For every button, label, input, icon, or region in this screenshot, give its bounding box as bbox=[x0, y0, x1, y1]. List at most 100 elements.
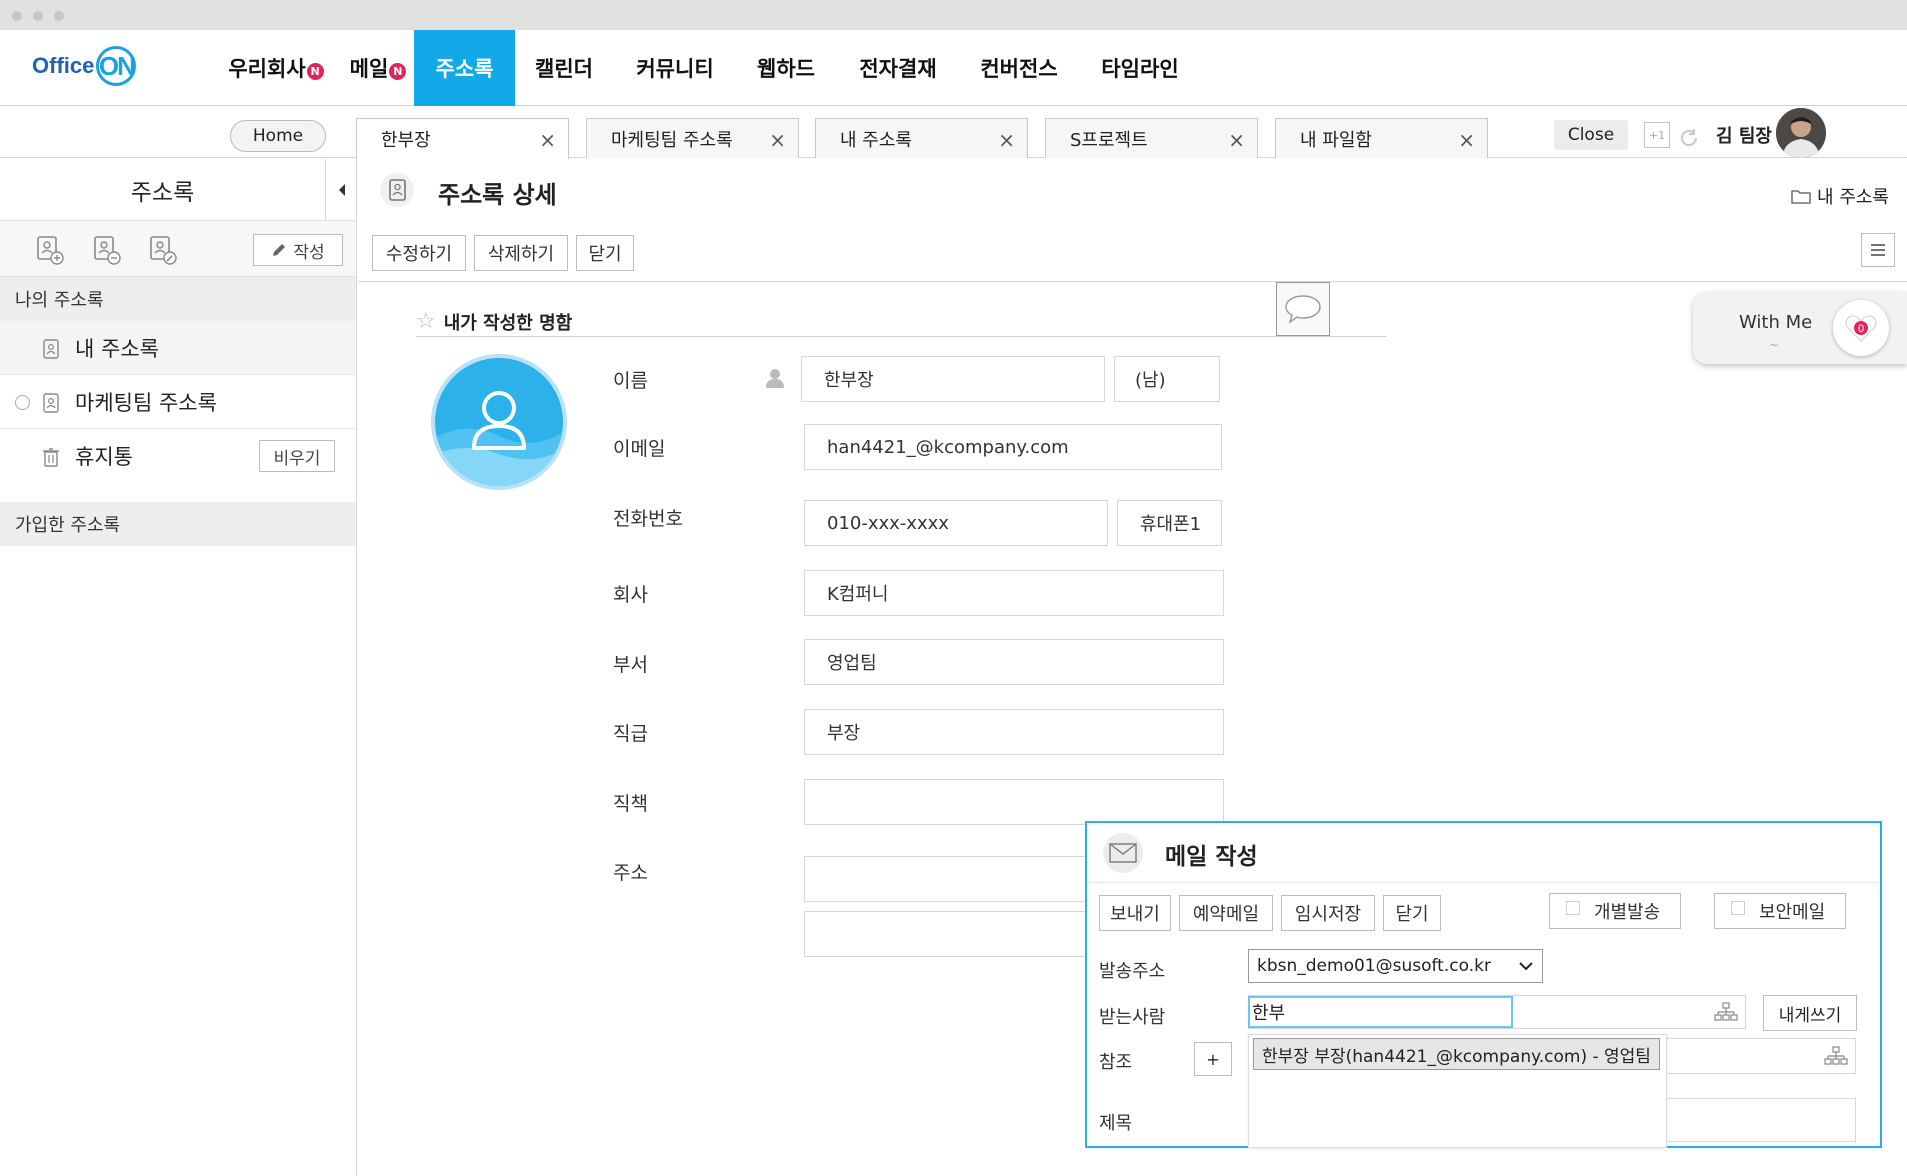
sidebar-collapse-button[interactable] bbox=[325, 159, 357, 221]
delete-button[interactable]: 삭제하기 bbox=[474, 235, 568, 271]
mail-compose-title: 메일 작성 bbox=[1165, 844, 1258, 870]
email-field[interactable]: han4421_@kcompany.com bbox=[804, 424, 1222, 470]
mail-compose-dialog: 메일 작성 보내기 예약메일 임시저장 닫기 개별발송 보안메일 발송주소 kb… bbox=[1085, 821, 1882, 1148]
cc-label: 참조 bbox=[1099, 1052, 1133, 1073]
with-me-count: 0 bbox=[1858, 323, 1864, 335]
address-label: 주소 bbox=[613, 862, 648, 884]
empty-trash-button[interactable]: 비우기 bbox=[259, 440, 335, 472]
nav-item-calendar[interactable]: 캘린더 bbox=[520, 30, 608, 106]
close-all-tabs-button[interactable]: Close bbox=[1554, 120, 1628, 150]
autocomplete-item[interactable]: 한부장 부장(han4421_@kcompany.com) - 영업팀 bbox=[1253, 1038, 1660, 1070]
nav-item-timeline[interactable]: 타임라인 bbox=[1090, 30, 1190, 106]
sidebar-item-trash[interactable]: 휴지통 비우기 bbox=[0, 429, 356, 483]
folder-icon bbox=[1791, 190, 1811, 204]
checkbox[interactable] bbox=[1731, 901, 1745, 915]
chevron-down-icon bbox=[1519, 962, 1533, 971]
individual-send-checkbox[interactable]: 개별발송 bbox=[1549, 893, 1681, 929]
send-button[interactable]: 보내기 bbox=[1099, 895, 1171, 931]
window-close-dot[interactable] bbox=[12, 11, 22, 21]
close-icon[interactable]: × bbox=[1458, 128, 1475, 152]
recipient-input[interactable]: 한부 bbox=[1248, 996, 1513, 1028]
from-address-select[interactable]: kbsn_demo01@susoft.co.kr bbox=[1248, 949, 1543, 983]
close-icon[interactable]: × bbox=[1228, 128, 1245, 152]
checkbox[interactable] bbox=[1566, 901, 1580, 915]
window-minimize-dot[interactable] bbox=[33, 11, 43, 21]
plus-one-badge[interactable]: +1 bbox=[1644, 122, 1670, 148]
window-zoom-dot[interactable] bbox=[54, 11, 64, 21]
gender-field[interactable]: (남) bbox=[1114, 356, 1220, 402]
sidebar-section-my[interactable]: 나의 주소록 bbox=[0, 277, 356, 321]
close-icon[interactable]: × bbox=[998, 128, 1015, 152]
with-me-widget[interactable]: With Me ~ 0 bbox=[1693, 292, 1907, 364]
tab-marketing-addressbook[interactable]: 마케팅팀 주소록 × bbox=[586, 118, 799, 158]
remove-addressbook-icon[interactable] bbox=[89, 234, 123, 266]
edit-addressbook-icon[interactable] bbox=[145, 234, 179, 266]
contact-card-icon bbox=[380, 173, 414, 207]
mail-compose-header: 메일 작성 bbox=[1087, 823, 1880, 881]
nav-item-addressbook[interactable]: 주소록 bbox=[414, 30, 515, 106]
department-field[interactable]: 영업팀 bbox=[804, 639, 1224, 685]
sidebar-section-joined[interactable]: 가입한 주소록 bbox=[0, 502, 356, 546]
sidebar-item-label: 마케팅팀 주소록 bbox=[75, 390, 217, 415]
nav-label: 주소록 bbox=[435, 57, 494, 81]
logo-text: Office bbox=[32, 53, 95, 78]
save-draft-button[interactable]: 임시저장 bbox=[1281, 895, 1375, 931]
sidebar-item-my-addressbook[interactable]: 내 주소록 bbox=[0, 321, 356, 375]
nav-item-approval[interactable]: 전자결재 bbox=[846, 30, 950, 106]
nav-item-company[interactable]: 우리회사 N bbox=[220, 30, 332, 106]
position-field[interactable] bbox=[804, 779, 1224, 825]
company-label: 회사 bbox=[613, 584, 648, 606]
name-field[interactable]: 한부장 bbox=[801, 356, 1105, 402]
sidebar: 주소록 작성 나의 주소록 내 주소록 마케팅팀 주소록 휴지통 비우기 가입한… bbox=[0, 159, 357, 1176]
write-to-self-button[interactable]: 내게쓰기 bbox=[1763, 995, 1857, 1031]
new-badge: N bbox=[306, 62, 324, 80]
star-icon[interactable]: ☆ bbox=[416, 309, 436, 334]
close-icon[interactable]: × bbox=[539, 128, 556, 152]
schedule-mail-button[interactable]: 예약메일 bbox=[1179, 895, 1273, 931]
tab-my-addressbook[interactable]: 내 주소록 × bbox=[815, 118, 1028, 158]
nav-item-mail[interactable]: 메일 N bbox=[342, 30, 414, 106]
app-logo[interactable]: Office ON bbox=[32, 46, 137, 86]
pencil-icon bbox=[273, 244, 286, 256]
with-me-heart[interactable]: 0 bbox=[1833, 300, 1889, 356]
logo-badge: ON bbox=[96, 46, 137, 86]
close-icon[interactable]: × bbox=[769, 128, 786, 152]
edit-button[interactable]: 수정하기 bbox=[372, 235, 466, 271]
folder-breadcrumb[interactable]: 내 주소록 bbox=[1791, 183, 1889, 209]
rank-field[interactable]: 부장 bbox=[804, 709, 1224, 755]
tab-label: 한부장 bbox=[381, 130, 431, 151]
phone-field[interactable]: 010-xxx-xxxx bbox=[804, 500, 1108, 546]
tab-my-files[interactable]: 내 파일함 × bbox=[1275, 118, 1488, 158]
with-me-label: With Me bbox=[1739, 312, 1813, 333]
comment-button[interactable] bbox=[1276, 282, 1330, 336]
page-header: 주소록 상세 내 주소록 bbox=[358, 159, 1907, 221]
avatar[interactable] bbox=[1776, 108, 1826, 158]
org-chart-icon[interactable] bbox=[1824, 1046, 1848, 1066]
close-button[interactable]: 닫기 bbox=[576, 235, 634, 271]
new-badge: N bbox=[389, 62, 407, 80]
phone-type-field[interactable]: 휴대폰1 bbox=[1117, 500, 1222, 546]
home-button[interactable]: Home bbox=[230, 120, 326, 152]
nav-item-webhard[interactable]: 웹하드 bbox=[742, 30, 830, 106]
user-name[interactable]: 김 팀장 bbox=[1716, 122, 1772, 148]
company-field[interactable]: K컴퍼니 bbox=[804, 570, 1224, 616]
tab-s-project[interactable]: S프로젝트 × bbox=[1045, 118, 1258, 158]
secure-mail-checkbox[interactable]: 보안메일 bbox=[1714, 893, 1846, 929]
nav-item-community[interactable]: 커뮤니티 bbox=[620, 30, 730, 106]
caret-left-icon bbox=[338, 183, 345, 196]
write-button[interactable]: 작성 bbox=[253, 234, 343, 266]
user-photo-icon bbox=[1776, 108, 1826, 158]
sidebar-item-marketing-addressbook[interactable]: 마케팅팀 주소록 bbox=[0, 375, 356, 429]
tab-hanbujang[interactable]: 한부장 × bbox=[356, 118, 569, 159]
tab-bar: Home 한부장 × 마케팅팀 주소록 × 내 주소록 × S프로젝트 × 내 … bbox=[0, 106, 1907, 159]
nav-item-convergence[interactable]: 컨버전스 bbox=[966, 30, 1072, 106]
cc-add-button[interactable]: + bbox=[1194, 1042, 1232, 1076]
radio-button[interactable] bbox=[15, 395, 30, 410]
refresh-icon[interactable] bbox=[1677, 126, 1701, 150]
close-compose-button[interactable]: 닫기 bbox=[1383, 895, 1441, 931]
with-me-handle: ~ bbox=[1769, 338, 1780, 352]
add-addressbook-icon[interactable] bbox=[32, 234, 66, 266]
menu-button[interactable] bbox=[1861, 233, 1895, 267]
department-label: 부서 bbox=[613, 654, 648, 676]
org-chart-icon[interactable] bbox=[1714, 1002, 1738, 1022]
